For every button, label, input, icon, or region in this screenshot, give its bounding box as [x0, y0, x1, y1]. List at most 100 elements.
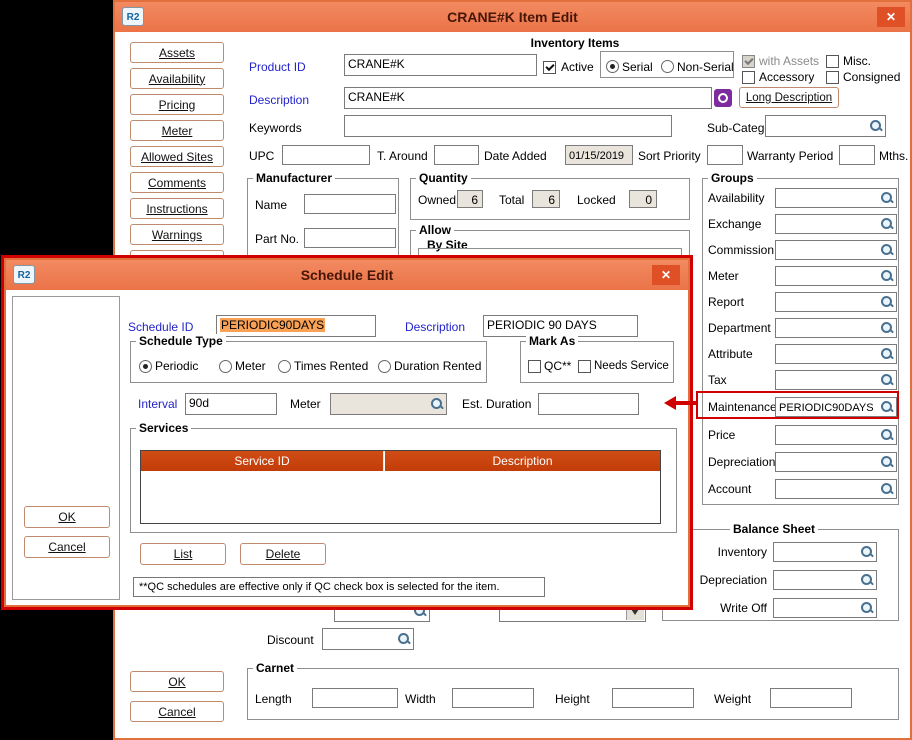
lookup-icon[interactable]: [879, 320, 895, 336]
description-options-icon[interactable]: [714, 89, 732, 107]
lookup-icon[interactable]: [879, 346, 895, 362]
misc-checkbox[interactable]: [826, 55, 839, 68]
active-checkbox[interactable]: [543, 61, 556, 74]
lookup-icon[interactable]: [879, 216, 895, 232]
group-field-department[interactable]: [775, 318, 897, 338]
main-close-button[interactable]: ✕: [877, 7, 905, 27]
sidebar-button-comments[interactable]: Comments: [130, 172, 224, 193]
group-field-depreciation[interactable]: [775, 452, 897, 472]
lookup-icon[interactable]: [879, 454, 895, 470]
delete-button[interactable]: Delete: [240, 543, 326, 565]
lookup-icon[interactable]: [879, 242, 895, 258]
annotation-arrow-line: [676, 401, 698, 405]
times-rented-radio[interactable]: [278, 360, 291, 373]
est-duration-field[interactable]: [538, 393, 639, 415]
serial-radio[interactable]: [606, 60, 619, 73]
carnet-length-field[interactable]: [312, 688, 398, 708]
list-button[interactable]: List: [140, 543, 226, 565]
product-id-field[interactable]: CRANE#K: [344, 54, 537, 76]
lookup-icon[interactable]: [879, 427, 895, 443]
group-field-price[interactable]: [775, 425, 897, 445]
description-field[interactable]: CRANE#K: [344, 87, 712, 109]
lookup-icon[interactable]: [879, 294, 895, 310]
sort-priority-label: Sort Priority: [638, 149, 701, 163]
total-field: 6: [532, 190, 560, 208]
sidebar-button-warnings[interactable]: Warnings: [130, 224, 224, 245]
sidebar-button-instructions[interactable]: Instructions: [130, 198, 224, 219]
manufacturer-name-field[interactable]: [304, 194, 396, 214]
group-field-commission[interactable]: [775, 240, 897, 260]
qc-mark-label: QC**: [544, 359, 571, 373]
lookup-icon[interactable]: [859, 600, 875, 616]
group-field-availability[interactable]: [775, 188, 897, 208]
carnet-length-label: Length: [255, 692, 292, 706]
sub-category-field[interactable]: [765, 115, 886, 137]
lookup-icon[interactable]: [859, 572, 875, 588]
discount-field[interactable]: [322, 628, 414, 650]
manufacturer-part-no-field[interactable]: [304, 228, 396, 248]
description-label: Description: [249, 93, 309, 107]
t-around-field[interactable]: [434, 145, 479, 165]
mths-label: Mths.: [879, 149, 908, 163]
bs-field-inventory[interactable]: [773, 542, 877, 562]
carnet-width-field[interactable]: [452, 688, 534, 708]
consigned-checkbox[interactable]: [826, 71, 839, 84]
keywords-field[interactable]: [344, 115, 672, 137]
needs-service-checkbox[interactable]: [578, 360, 591, 373]
schedule-id-field[interactable]: PERIODIC90DAYS: [216, 315, 376, 337]
group-field-meter[interactable]: [775, 266, 897, 286]
lookup-icon[interactable]: [868, 118, 884, 134]
main-ok-button[interactable]: OK: [130, 671, 224, 692]
dialog-ok-button[interactable]: OK: [24, 506, 110, 528]
accessory-checkbox[interactable]: [742, 71, 755, 84]
sidebar-button-availability[interactable]: Availability: [130, 68, 224, 89]
meter-radio[interactable]: [219, 360, 232, 373]
group-field-attribute[interactable]: [775, 344, 897, 364]
periodic-radio[interactable]: [139, 360, 152, 373]
bs-field-write-off[interactable]: [773, 598, 877, 618]
lookup-icon[interactable]: [879, 268, 895, 284]
carnet-weight-field[interactable]: [770, 688, 852, 708]
group-field-exchange[interactable]: [775, 214, 897, 234]
owned-field: 6: [457, 190, 483, 208]
duration-rented-radio[interactable]: [378, 360, 391, 373]
dialog-close-button[interactable]: ✕: [652, 265, 680, 285]
long-description-button[interactable]: Long Description: [739, 87, 839, 108]
needs-service-label: Needs Service: [594, 359, 669, 373]
lookup-icon[interactable]: [859, 544, 875, 560]
main-cancel-button[interactable]: Cancel: [130, 701, 224, 722]
lookup-icon[interactable]: [879, 190, 895, 206]
duration-rented-label: Duration Rented: [394, 359, 481, 373]
sidebar-button-pricing[interactable]: Pricing: [130, 94, 224, 115]
sidebar-button-meter[interactable]: Meter: [130, 120, 224, 141]
date-added-label: Date Added: [484, 149, 547, 163]
warranty-period-field[interactable]: [839, 145, 875, 165]
est-duration-label: Est. Duration: [462, 397, 531, 411]
lookup-icon[interactable]: [396, 631, 412, 647]
group-label-tax: Tax: [708, 373, 727, 387]
interval-field[interactable]: 90d: [185, 393, 277, 415]
qc-mark-checkbox[interactable]: [528, 360, 541, 373]
sort-priority-field[interactable]: [707, 145, 743, 165]
dialog-cancel-button[interactable]: Cancel: [24, 536, 110, 558]
with-assets-label: with Assets: [759, 54, 819, 68]
bs-field-depreciation[interactable]: [773, 570, 877, 590]
non-serial-radio[interactable]: [661, 60, 674, 73]
with-assets-checkbox[interactable]: [742, 55, 755, 68]
lookup-icon[interactable]: [879, 372, 895, 388]
t-around-label: T. Around: [377, 149, 428, 163]
group-field-account[interactable]: [775, 479, 897, 499]
upc-field[interactable]: [282, 145, 370, 165]
sidebar-button-assets[interactable]: Assets: [130, 42, 224, 63]
quantity-group-title: Quantity: [416, 171, 471, 185]
carnet-height-field[interactable]: [612, 688, 694, 708]
accessory-label: Accessory: [759, 70, 814, 84]
group-field-tax[interactable]: [775, 370, 897, 390]
discount-label: Discount: [267, 633, 314, 647]
lookup-icon[interactable]: [429, 396, 445, 412]
product-id-label: Product ID: [249, 60, 306, 74]
dialog-titlebar: R2 Schedule Edit ✕: [6, 260, 688, 290]
sidebar-button-allowed-sites[interactable]: Allowed Sites: [130, 146, 224, 167]
lookup-icon[interactable]: [879, 481, 895, 497]
group-field-report[interactable]: [775, 292, 897, 312]
